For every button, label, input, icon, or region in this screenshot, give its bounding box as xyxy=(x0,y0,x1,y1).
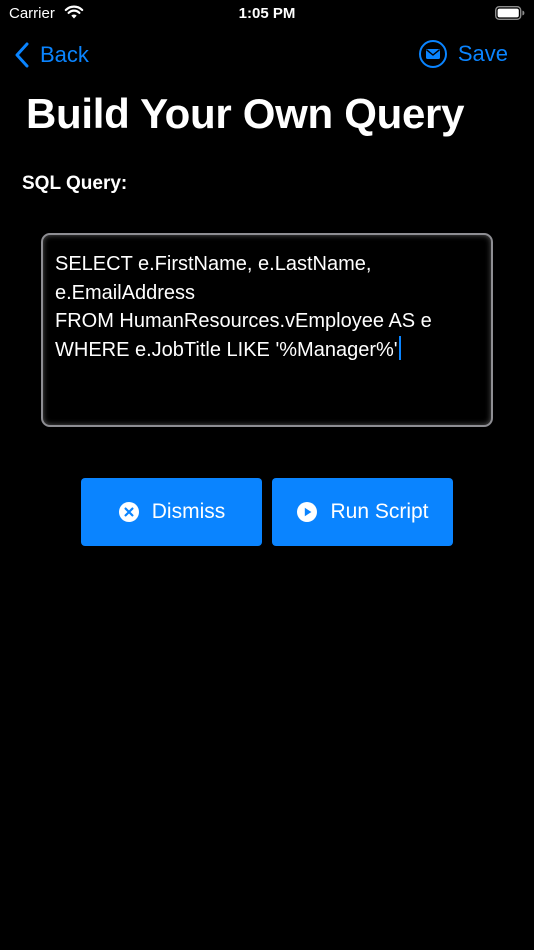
chevron-left-icon xyxy=(15,42,29,68)
run-script-button[interactable]: Run Script xyxy=(272,478,453,546)
text-caret xyxy=(398,335,401,360)
envelope-icon xyxy=(418,40,447,68)
back-button[interactable]: Back xyxy=(14,40,89,70)
back-button-label: Back xyxy=(40,42,89,67)
screen: Carrier 1:05 PM Back Save Build Your Own… xyxy=(0,0,534,950)
x-circle-icon xyxy=(118,502,139,522)
play-circle-icon xyxy=(297,502,318,522)
page-title: Build Your Own Query xyxy=(26,90,465,137)
sql-query-text: SELECT e.FirstName, e.LastName, e.EmailA… xyxy=(55,253,432,361)
dismiss-button-label: Dismiss xyxy=(151,500,226,523)
battery-icon xyxy=(495,6,525,20)
dismiss-button[interactable]: Dismiss xyxy=(81,478,262,546)
save-button[interactable]: Save xyxy=(418,38,508,70)
status-bar: Carrier 1:05 PM xyxy=(0,0,534,30)
save-button-label: Save xyxy=(457,41,508,66)
status-time: 1:05 PM xyxy=(238,5,296,22)
sql-query-label: SQL Query: xyxy=(22,173,128,194)
sql-query-input[interactable]: SELECT e.FirstName, e.LastName, e.EmailA… xyxy=(41,233,493,427)
run-script-button-label: Run Script xyxy=(330,500,429,523)
